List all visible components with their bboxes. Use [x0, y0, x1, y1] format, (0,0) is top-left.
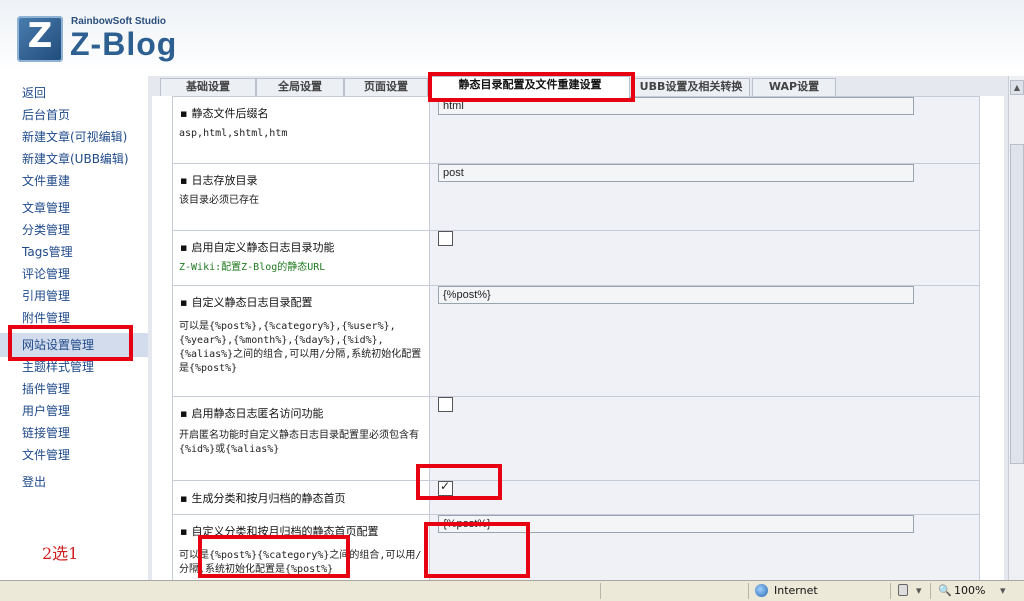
zone-label: Internet — [774, 584, 818, 597]
scroll-up-icon[interactable]: ▲ — [1010, 80, 1024, 95]
sidebar-item-logout[interactable]: 登出 — [22, 473, 46, 490]
setting-row: 启用自定义静态日志目录功能 Z-Wiki:配置Z-Blog的静态URL — [172, 230, 980, 286]
annotation-note: 2选1 — [42, 544, 79, 563]
setting-control-cell — [429, 163, 980, 231]
app-header: Z RainbowSoft Studio Z-Blog — [0, 0, 1024, 76]
sidebar-item-files[interactable]: 文件管理 — [22, 446, 70, 463]
setting-control-cell: ✓ — [429, 479, 980, 515]
setting-title: 自定义静态日志目录配置 — [173, 286, 429, 310]
sidebar-item-users[interactable]: 用户管理 — [22, 402, 70, 419]
setting-label-cell: 生成分类和按月归档的静态首页 — [172, 480, 430, 515]
static-suffix-input[interactable] — [438, 97, 914, 115]
status-divider — [890, 583, 891, 599]
setting-title: 生成分类和按月归档的静态首页 — [173, 490, 429, 506]
tab-page[interactable]: 页面设置 — [344, 78, 428, 97]
setting-control-cell — [429, 514, 980, 580]
setting-title: 静态文件后缀名 — [173, 97, 429, 121]
tab-global[interactable]: 全局设置 — [256, 78, 344, 97]
setting-label-cell: 启用静态日志匿名访问功能 开启匿名功能时自定义静态日志目录配置里必须包含有{%i… — [172, 396, 430, 481]
setting-desc: 可以是{%post%},{%category%},{%user%},{%year… — [179, 321, 422, 374]
sidebar-item-categories[interactable]: 分类管理 — [22, 221, 70, 238]
sidebar: 返回 后台首页 新建文章(可视编辑) 新建文章(UBB编辑) 文件重建 文章管理… — [0, 76, 148, 580]
post-dir-input[interactable] — [438, 164, 914, 182]
sidebar-item-themes[interactable]: 主题样式管理 — [22, 358, 94, 375]
zoom-dropdown-icon[interactable]: ▾ — [1000, 584, 1006, 597]
setting-row: 自定义分类和按月归档的静态首页配置 可以是{%post%}{%category%… — [172, 514, 980, 580]
dropdown-arrow-icon[interactable]: ▾ — [916, 584, 922, 597]
settings-tabs: 基础设置 全局设置 页面设置 静态目录配置及文件重建设置 UBB设置及相关转换 … — [152, 76, 1004, 99]
zblog-logo-icon: Z — [17, 16, 63, 62]
setting-desc: 可以是{%post%}{%category%}之间的组合,可以用/分隔,系统初始… — [179, 550, 422, 575]
custom-index-dir-input[interactable] — [438, 515, 914, 533]
setting-row: 日志存放目录 该目录必须已存在 — [172, 163, 980, 231]
setting-title: 自定义分类和按月归档的静态首页配置 — [173, 515, 429, 539]
setting-row: 启用静态日志匿名访问功能 开启匿名功能时自定义静态日志目录配置里必须包含有{%i… — [172, 396, 980, 481]
setting-label-cell: 启用自定义静态日志目录功能 Z-Wiki:配置Z-Blog的静态URL — [172, 230, 430, 286]
sidebar-item-comments[interactable]: 评论管理 — [22, 265, 70, 282]
sidebar-item-plugins[interactable]: 插件管理 — [22, 380, 70, 397]
setting-label-cell: 日志存放目录 该目录必须已存在 — [172, 163, 430, 231]
tab-static-dir[interactable]: 静态目录配置及文件重建设置 — [430, 76, 630, 99]
zoom-level[interactable]: 100% — [954, 584, 985, 597]
setting-desc: 开启匿名功能时自定义静态日志目录配置里必须包含有{%id%}或{%alias%} — [179, 430, 419, 455]
setting-control-cell — [429, 396, 980, 481]
anonymous-access-checkbox[interactable] — [438, 397, 453, 412]
status-divider — [600, 583, 601, 599]
sidebar-item-attachments[interactable]: 附件管理 — [22, 309, 70, 326]
sidebar-item-links[interactable]: 链接管理 — [22, 424, 70, 441]
custom-static-dir-checkbox[interactable] — [438, 231, 453, 246]
internet-zone-icon — [755, 584, 768, 597]
sidebar-item-new-post-visual[interactable]: 新建文章(可视编辑) — [22, 128, 127, 145]
setting-label-cell: 静态文件后缀名 asp,html,shtml,htm — [172, 96, 430, 164]
static-index-checkbox[interactable]: ✓ — [438, 479, 453, 496]
protected-mode-icon[interactable] — [898, 584, 908, 596]
sidebar-item-articles[interactable]: 文章管理 — [22, 199, 70, 216]
checkmark-icon: ✓ — [440, 479, 451, 493]
zwiki-static-url-link[interactable]: Z-Wiki:配置Z-Blog的静态URL — [173, 255, 429, 275]
setting-row: 自定义静态日志目录配置 可以是{%post%},{%category%},{%u… — [172, 285, 980, 397]
sidebar-item-new-post-ubb[interactable]: 新建文章(UBB编辑) — [22, 150, 129, 167]
setting-row: 生成分类和按月归档的静态首页 ✓ — [172, 479, 980, 515]
setting-label-cell: 自定义静态日志目录配置 可以是{%post%},{%category%},{%u… — [172, 285, 430, 397]
tab-ubb[interactable]: UBB设置及相关转换 — [632, 78, 750, 97]
zoom-icon[interactable]: 🔍 — [938, 584, 952, 597]
setting-title: 启用自定义静态日志目录功能 — [173, 231, 429, 255]
settings-panel: 静态文件后缀名 asp,html,shtml,htm 日志存放目录 该目录必须已… — [152, 96, 1004, 580]
setting-control-cell — [429, 230, 980, 286]
sidebar-item-trackbacks[interactable]: 引用管理 — [22, 287, 70, 304]
setting-row: 静态文件后缀名 asp,html,shtml,htm — [172, 96, 980, 164]
sidebar-item-site-settings[interactable]: 网站设置管理 — [22, 336, 94, 353]
vertical-scrollbar[interactable]: ▲ — [1008, 76, 1024, 580]
settings-table: 静态文件后缀名 asp,html,shtml,htm 日志存放目录 该目录必须已… — [172, 96, 980, 580]
setting-desc: 该目录必须已存在 — [179, 195, 259, 206]
setting-control-cell — [429, 285, 980, 397]
tab-basic[interactable]: 基础设置 — [160, 78, 256, 97]
custom-static-dir-input[interactable] — [438, 286, 914, 304]
setting-label-cell: 自定义分类和按月归档的静态首页配置 可以是{%post%}{%category%… — [172, 514, 430, 580]
sidebar-item-tags[interactable]: Tags管理 — [22, 243, 73, 260]
sidebar-item-admin-home[interactable]: 后台首页 — [22, 106, 70, 123]
brand-name: Z-Blog — [70, 26, 178, 62]
scroll-thumb[interactable] — [1010, 144, 1024, 464]
status-divider — [930, 583, 931, 599]
status-bar: Internet ▾ 🔍 100% ▾ — [0, 580, 1024, 601]
sidebar-item-file-rebuild[interactable]: 文件重建 — [22, 172, 70, 189]
setting-desc: asp,html,shtml,htm — [179, 128, 288, 139]
tab-wap[interactable]: WAP设置 — [752, 78, 836, 97]
sidebar-item-back[interactable]: 返回 — [22, 84, 46, 101]
setting-control-cell — [429, 96, 980, 164]
setting-title: 日志存放目录 — [173, 164, 429, 188]
setting-title: 启用静态日志匿名访问功能 — [173, 397, 429, 421]
status-divider — [748, 583, 749, 599]
